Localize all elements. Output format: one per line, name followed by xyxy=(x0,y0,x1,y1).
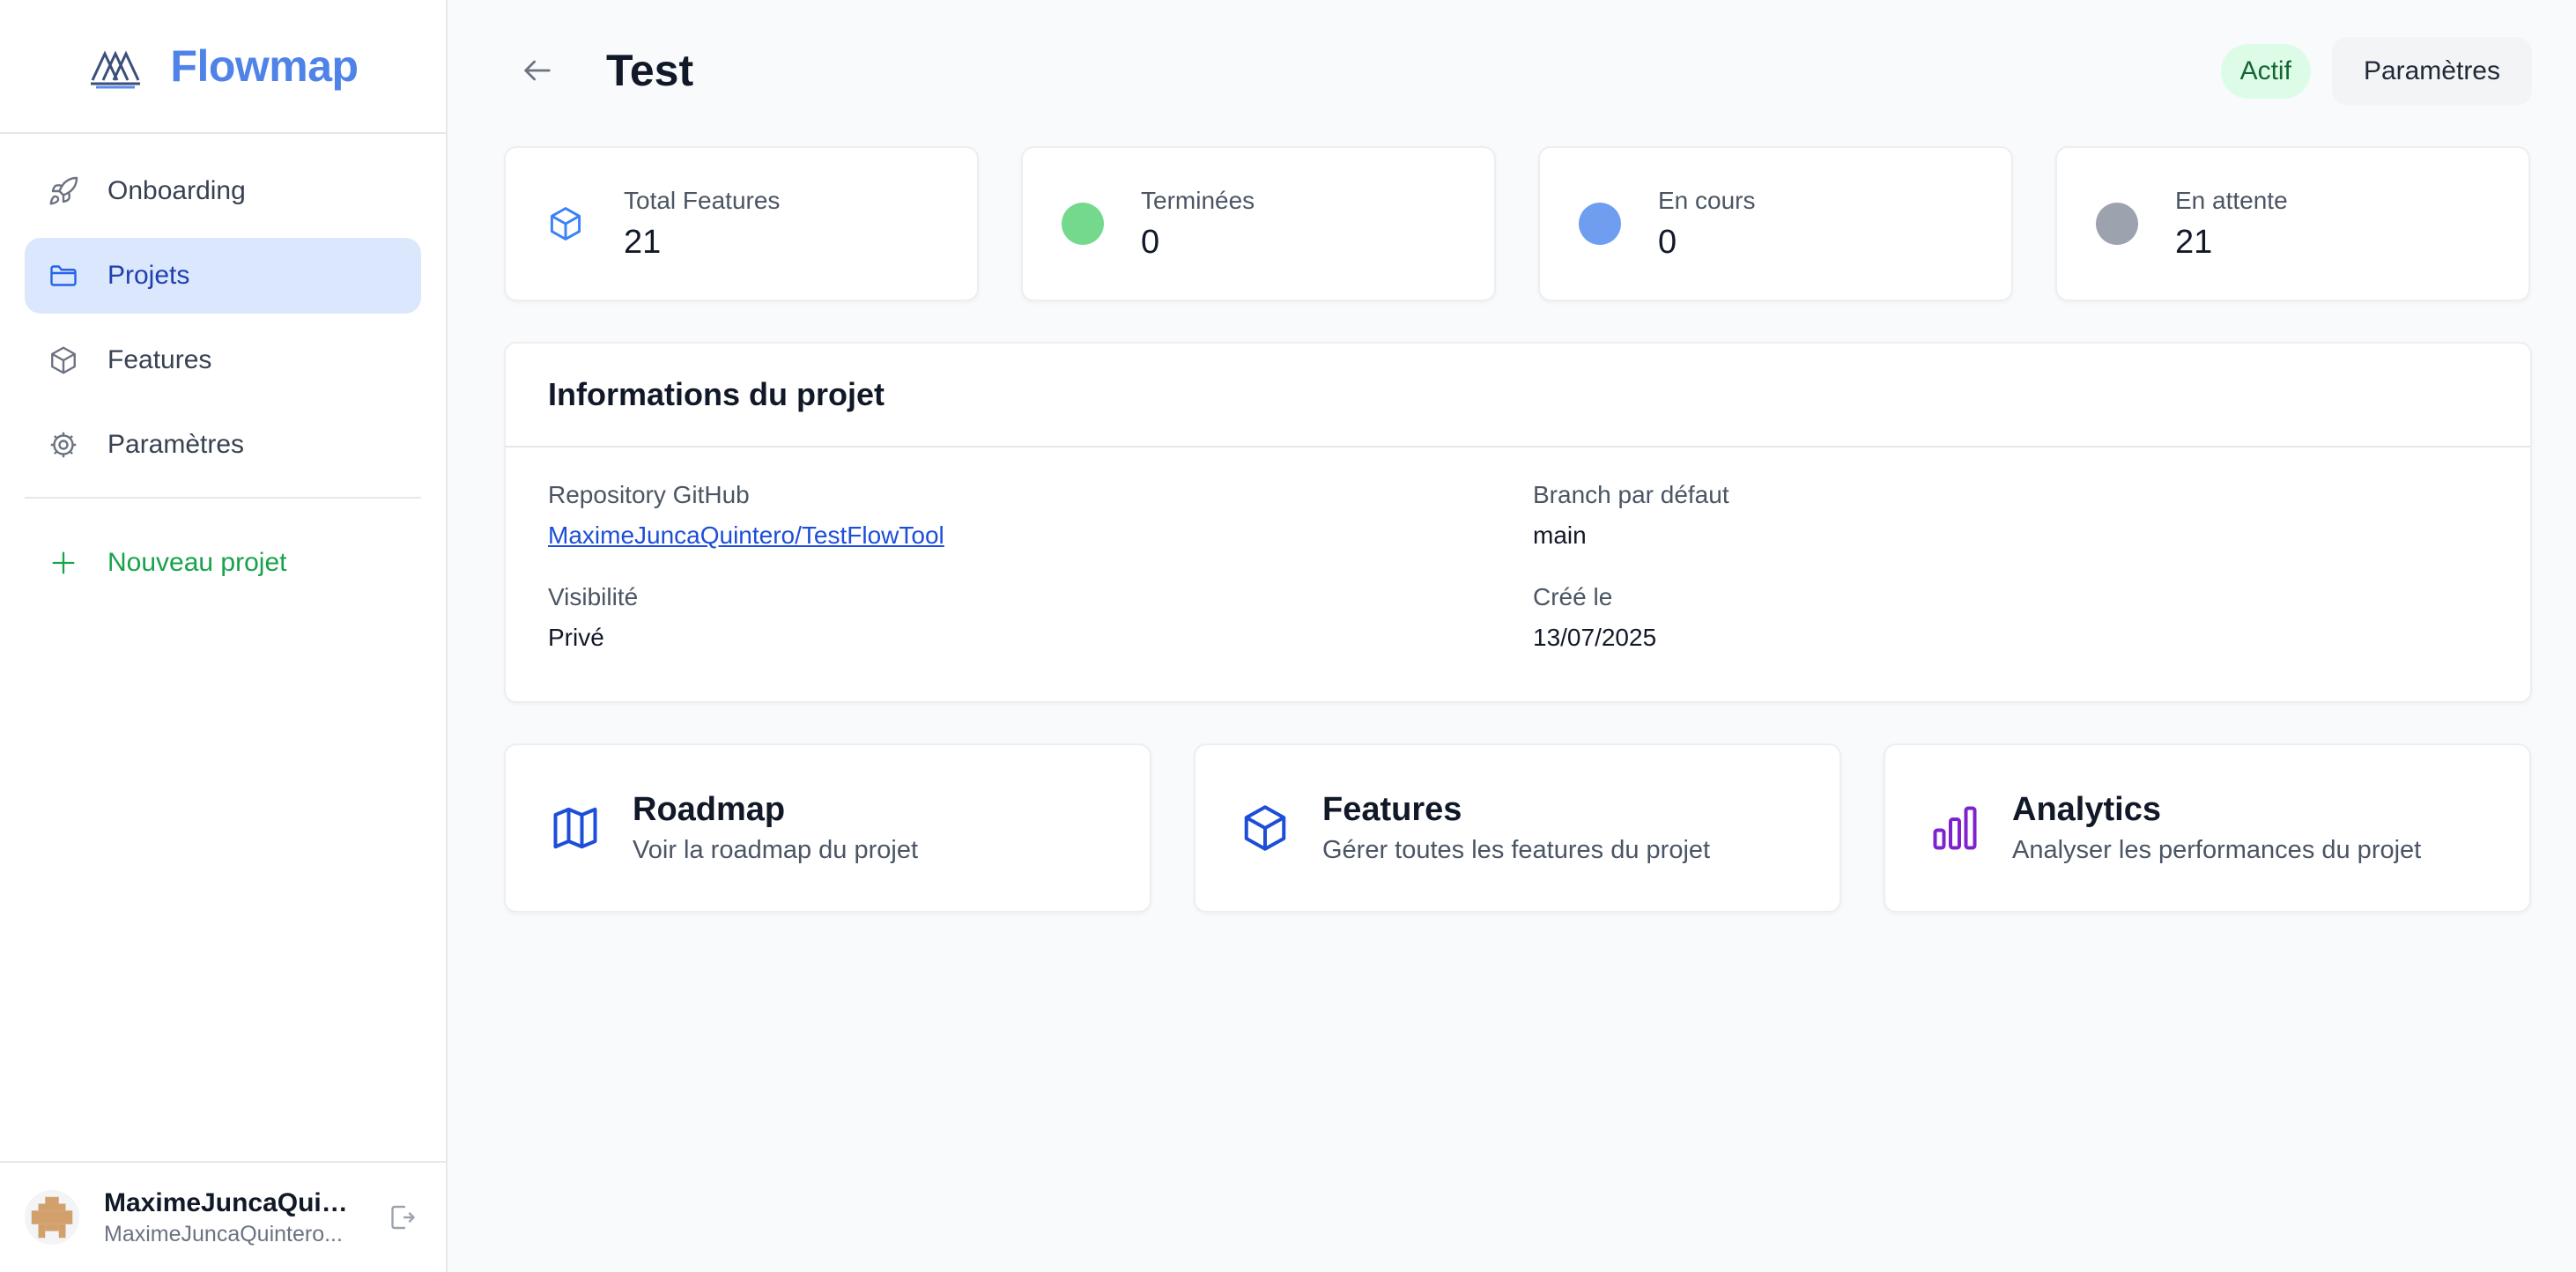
branch-value: main xyxy=(1533,521,1587,549)
sidebar-item-projets[interactable]: Projets xyxy=(25,238,421,314)
card-title: Roadmap xyxy=(633,791,786,828)
stat-value: 21 xyxy=(624,223,662,261)
app-name: Flowmap xyxy=(170,41,359,91)
sidebar-item-label: Paramètres xyxy=(107,430,245,459)
sidebar-item-label: Onboarding xyxy=(107,176,246,205)
settings-button[interactable]: Paramètres xyxy=(2331,37,2532,106)
cube-icon xyxy=(544,203,587,245)
card-title: Features xyxy=(1322,791,1462,828)
roadmap-card[interactable]: Roadmap Voir la roadmap du projet xyxy=(504,743,1151,913)
cube-icon xyxy=(46,343,81,378)
visibility-label: Visibilité xyxy=(548,583,639,610)
main-content: Test Actif Paramètres Total Features 21 … xyxy=(504,0,2532,913)
features-card[interactable]: Features Gérer toutes les features du pr… xyxy=(1194,743,1841,913)
status-badge: Actif xyxy=(2220,44,2311,99)
folder-icon xyxy=(46,258,81,293)
sidebar-item-label: Projets xyxy=(107,261,190,290)
visibility-value: Privé xyxy=(548,624,604,651)
analytics-card[interactable]: Analytics Analyser les performances du p… xyxy=(1884,743,2531,913)
card-desc: Voir la roadmap du projet xyxy=(633,836,919,864)
created-value: 13/07/2025 xyxy=(1533,624,1657,651)
sidebar-item-onboarding[interactable]: Onboarding xyxy=(25,153,421,229)
stat-label: Terminées xyxy=(1141,186,1255,214)
stat-card-en-attente: En attente 21 xyxy=(2055,146,2530,301)
flowmap-logo-icon xyxy=(91,50,141,89)
brand[interactable]: Flowmap xyxy=(0,0,446,134)
stat-value: 0 xyxy=(1141,223,1160,261)
sidebar-item-features[interactable]: Features xyxy=(25,322,421,398)
back-arrow-icon[interactable] xyxy=(516,49,559,92)
new-project-label: Nouveau projet xyxy=(107,548,287,577)
user-email: MaximeJuncaQuintero... xyxy=(104,1221,343,1246)
repo-link[interactable]: MaximeJuncaQuintero/TestFlowTool xyxy=(548,521,944,549)
sidebar-item-parametres[interactable]: Paramètres xyxy=(25,407,421,483)
created-label: Créé le xyxy=(1533,583,1613,610)
status-dot-blue xyxy=(1579,203,1621,245)
sidebar: Flowmap Onboarding Projets Features Para… xyxy=(0,0,448,1272)
bar-chart-icon xyxy=(1928,801,1982,855)
card-desc: Analyser les performances du projet xyxy=(2012,836,2422,864)
stat-label: En cours xyxy=(1658,186,1756,214)
plus-icon xyxy=(46,545,81,581)
project-info-panel: Informations du projet Repository GitHub… xyxy=(504,342,2532,703)
status-dot-green xyxy=(1062,203,1104,245)
logout-icon[interactable] xyxy=(382,1198,421,1237)
card-title: Analytics xyxy=(2012,791,2161,828)
stat-value: 0 xyxy=(1658,223,1677,261)
rocket-icon xyxy=(46,174,81,209)
user-name: MaximeJuncaQuin... xyxy=(104,1187,356,1217)
branch-label: Branch par défaut xyxy=(1533,481,1729,508)
page-header: Test Actif Paramètres xyxy=(504,0,2532,141)
stat-card-terminees: Terminées 0 xyxy=(1021,146,1496,301)
page-title: Test xyxy=(606,46,694,95)
new-project-button[interactable]: Nouveau projet xyxy=(25,525,421,601)
gear-icon xyxy=(46,427,81,462)
card-desc: Gérer toutes les features du projet xyxy=(1322,836,1711,864)
sidebar-nav: Onboarding Projets Features Paramètres N… xyxy=(0,134,446,601)
user-profile[interactable]: MaximeJuncaQuin... MaximeJuncaQuintero..… xyxy=(0,1161,446,1272)
stat-card-en-cours: En cours 0 xyxy=(1538,146,2013,301)
stats-row: Total Features 21 Terminées 0 En cours 0… xyxy=(504,146,2532,301)
sidebar-item-label: Features xyxy=(107,345,212,374)
project-info-title: Informations du projet xyxy=(506,344,2530,447)
cube-icon xyxy=(1238,801,1292,855)
status-dot-gray xyxy=(2096,203,2138,245)
repo-label: Repository GitHub xyxy=(548,481,750,508)
stat-label: En attente xyxy=(2175,186,2288,214)
avatar xyxy=(25,1190,79,1245)
stat-card-total: Total Features 21 xyxy=(504,146,979,301)
map-icon xyxy=(548,801,603,855)
nav-divider xyxy=(25,497,421,499)
stat-value: 21 xyxy=(2175,223,2213,261)
stat-label: Total Features xyxy=(624,186,781,214)
action-cards: Roadmap Voir la roadmap du projet Featur… xyxy=(504,743,2532,913)
